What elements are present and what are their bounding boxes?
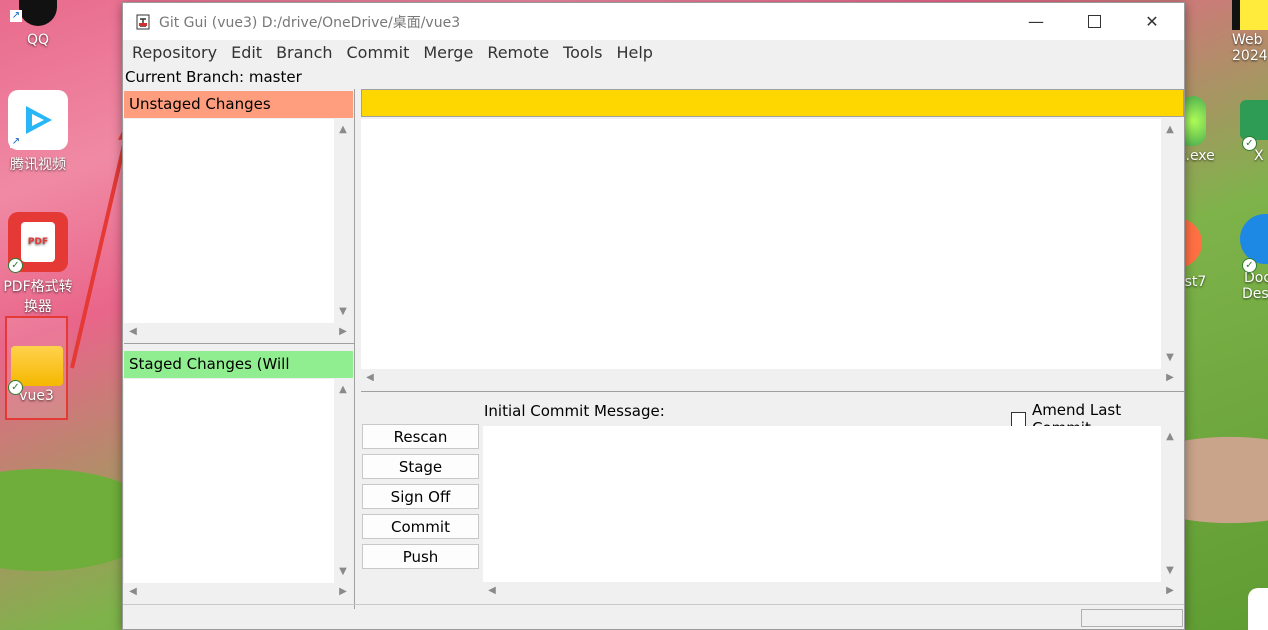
stage-changed-button[interactable]: Stage Changed	[362, 454, 479, 501]
desktop-icon-web[interactable]: Web 2024	[1232, 0, 1268, 64]
sync-check-icon: ✓	[1242, 136, 1257, 151]
menu-help[interactable]: Help	[609, 40, 659, 66]
menu-bar: Repository Edit Branch Commit Merge Remo…	[123, 40, 1184, 66]
unstaged-changes-header: Unstaged Changes	[124, 91, 353, 118]
sync-check-icon: ✓	[1242, 258, 1257, 273]
git-gui-app-icon	[136, 14, 150, 29]
scroll-down-icon[interactable]: ▼	[1161, 562, 1179, 580]
scroll-left-icon[interactable]: ◀	[361, 369, 379, 387]
pane-divider[interactable]	[124, 343, 354, 348]
bottom-right-app-icon[interactable]	[1248, 588, 1268, 630]
scroll-right-icon[interactable]: ▶	[1161, 369, 1179, 387]
scroll-right-icon[interactable]: ▶	[334, 583, 352, 601]
status-bar	[123, 604, 1184, 629]
minimize-icon: —	[1028, 12, 1044, 31]
vertical-pane-divider[interactable]	[354, 89, 360, 609]
scroll-left-icon[interactable]: ◀	[124, 323, 142, 341]
scroll-left-icon[interactable]: ◀	[483, 582, 501, 600]
staged-changes-header: Staged Changes (Will Commit)	[124, 351, 353, 400]
scroll-down-icon[interactable]: ▼	[1161, 349, 1179, 367]
diff-horizontal-scrollbar[interactable]: ◀ ▶	[361, 369, 1179, 387]
commit-message-label: Initial Commit Message:	[484, 402, 665, 420]
scroll-up-icon[interactable]: ▲	[334, 381, 352, 399]
commit-message-vertical-scrollbar[interactable]: ▲ ▼	[1161, 426, 1179, 582]
desktop-icon-label: X	[1254, 148, 1264, 164]
menu-commit[interactable]: Commit	[340, 40, 417, 66]
scroll-up-icon[interactable]: ▲	[1161, 121, 1179, 139]
scroll-up-icon[interactable]: ▲	[1161, 428, 1179, 446]
desktop-icon-label: Web	[1232, 32, 1263, 48]
maximize-button[interactable]	[1065, 3, 1123, 40]
menu-edit[interactable]: Edit	[224, 40, 269, 66]
staged-vertical-scrollbar[interactable]: ▲ ▼	[334, 379, 352, 583]
current-branch-label: Current Branch: master	[125, 68, 302, 86]
window-title: Git Gui (vue3) D:/drive/OneDrive/桌面/vue3	[159, 14, 461, 31]
menu-tools[interactable]: Tools	[556, 40, 609, 66]
staged-horizontal-scrollbar[interactable]: ◀ ▶	[124, 583, 352, 601]
close-button[interactable]: ✕	[1123, 3, 1181, 40]
desktop-icon-label: t.exe	[1180, 148, 1215, 164]
status-progress-box	[1081, 609, 1183, 627]
unstaged-changes-list[interactable]	[124, 119, 334, 323]
menu-merge[interactable]: Merge	[416, 40, 480, 66]
unstaged-vertical-scrollbar[interactable]: ▲ ▼	[334, 119, 352, 323]
desktop-icon-label: 2024	[1232, 48, 1268, 64]
diff-viewer[interactable]	[361, 119, 1166, 369]
desktop-icon-docker[interactable]: Doc Des	[1240, 214, 1268, 302]
maximize-icon	[1087, 15, 1101, 28]
excel-icon	[1240, 100, 1268, 140]
commit-button[interactable]: Commit	[362, 514, 479, 539]
diff-header-bar	[361, 89, 1184, 117]
menu-branch[interactable]: Branch	[269, 40, 339, 66]
rescan-button[interactable]: Rescan	[362, 424, 479, 449]
docker-icon	[1240, 214, 1268, 264]
minimize-button[interactable]: —	[1007, 3, 1065, 40]
horizontal-pane-divider[interactable]	[361, 391, 1184, 396]
staged-changes-list[interactable]	[124, 379, 334, 583]
git-gui-window: Git Gui (vue3) D:/drive/OneDrive/桌面/vue3…	[122, 2, 1185, 630]
title-bar[interactable]: Git Gui (vue3) D:/drive/OneDrive/桌面/vue3…	[123, 3, 1184, 40]
menu-repository[interactable]: Repository	[125, 40, 224, 66]
close-icon: ✕	[1145, 12, 1159, 31]
diff-vertical-scrollbar[interactable]: ▲ ▼	[1161, 119, 1179, 369]
scroll-right-icon[interactable]: ▶	[1161, 582, 1179, 600]
commit-message-horizontal-scrollbar[interactable]: ◀ ▶	[483, 582, 1179, 600]
desktop-icon-x[interactable]: X	[1240, 100, 1268, 164]
desktop-icon-exe[interactable]: t.exe	[1180, 96, 1220, 164]
scroll-up-icon[interactable]: ▲	[334, 121, 352, 139]
desktop-icon-label: Doc	[1244, 270, 1268, 286]
scroll-down-icon[interactable]: ▼	[334, 303, 352, 321]
sign-off-button[interactable]: Sign Off	[362, 484, 479, 509]
menu-remote[interactable]: Remote	[480, 40, 556, 66]
push-button[interactable]: Push	[362, 544, 479, 569]
web-app-icon	[1232, 0, 1268, 30]
desktop-icon-label: Des	[1242, 286, 1268, 302]
scroll-left-icon[interactable]: ◀	[124, 583, 142, 601]
unstaged-horizontal-scrollbar[interactable]: ◀ ▶	[124, 323, 352, 341]
checkbox-box[interactable]	[1011, 411, 1026, 427]
scroll-down-icon[interactable]: ▼	[334, 563, 352, 581]
commit-message-input[interactable]	[483, 426, 1161, 582]
scroll-right-icon[interactable]: ▶	[334, 323, 352, 341]
